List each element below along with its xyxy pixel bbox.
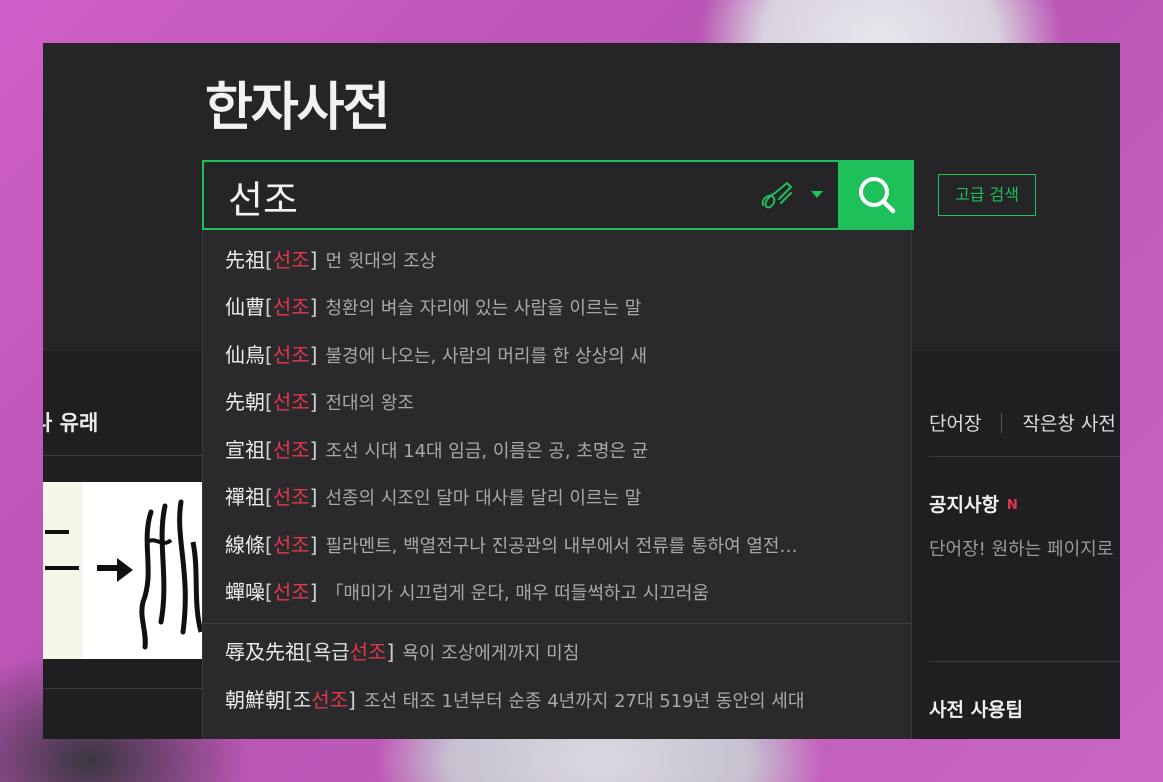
suggestion-hanja: 仙曹 — [225, 295, 265, 319]
suggestion-hanja: 先朝 — [225, 390, 265, 414]
bracket-open: [ — [305, 640, 313, 664]
suggestion-meaning: 먼 윗대의 조상 — [325, 251, 437, 272]
suggestion-meaning: 조선 태조 1년부터 순종 4년까지 27대 519년 동안의 세대 — [363, 691, 805, 712]
divider — [929, 456, 1120, 457]
suggestion-meaning: 전대의 왕조 — [325, 393, 414, 414]
site-title[interactable]: 한자사전 — [205, 65, 390, 140]
new-badge: N — [1006, 498, 1018, 513]
bracket-close: ] — [386, 640, 395, 664]
suggestion-item[interactable]: 蟬噪[선조] 「매미가 시끄럽게 운다, 매우 떠들썩하고 시끄러움 — [225, 577, 709, 607]
autocomplete-dropdown: 先祖[선조] 먼 윗대의 조상 仙曹[선조] 청환의 벼슬 자리에 있는 사람을 이… — [202, 230, 912, 739]
bracket-open: [ — [265, 295, 273, 319]
search-icon — [859, 177, 896, 214]
suggestion-item[interactable]: 宣祖[선조] 조선 시대 14대 임금, 이름은 공, 초명은 균 — [225, 435, 648, 465]
notice-title[interactable]: 공지사항 N — [929, 490, 1018, 517]
divider — [203, 623, 911, 624]
suggestion-reading: 선조 — [272, 580, 310, 604]
notice-link[interactable]: 단어장! 원하는 페이지로 — [929, 535, 1113, 561]
suggestion-reading: 선조 — [272, 295, 310, 319]
search-button[interactable] — [840, 160, 914, 230]
bracket-close: ] — [309, 580, 318, 604]
suggestion-reading: 선조 — [272, 438, 310, 462]
bracket-open: [ — [265, 533, 273, 557]
divider — [929, 661, 1120, 662]
search-input[interactable] — [226, 168, 730, 224]
bracket-close: ] — [309, 485, 318, 509]
suggestion-reading-prefix: 욕급 — [312, 640, 350, 664]
divider — [43, 455, 203, 456]
chevron-down-icon[interactable] — [811, 191, 823, 198]
suggestion-hanja: 辱及先祖 — [225, 640, 305, 664]
tab-separator — [1001, 413, 1003, 433]
bracket-open: [ — [265, 343, 273, 367]
suggestion-hanja: 線條 — [225, 533, 265, 557]
tab-mini-dictionary[interactable]: 작은창 사전 — [1022, 413, 1115, 435]
bracket-close: ] — [309, 390, 318, 414]
dictionary-window: 한자사전 고급 검색 나 유래 — [43, 43, 1120, 739]
right-tabs: 단어장 작은창 사전 — [929, 409, 1116, 436]
suggestion-hanja: 朝鮮朝 — [225, 688, 285, 712]
bracket-close: ] — [309, 533, 318, 557]
suggestion-reading: 선조 — [272, 533, 310, 557]
suggestion-item[interactable]: 先朝[선조] 전대의 왕조 — [225, 387, 414, 417]
bracket-close: ] — [348, 688, 356, 712]
left-section-heading: 나 유래 — [43, 411, 99, 435]
bracket-close: ] — [309, 343, 318, 367]
tips-title[interactable]: 사전 사용팁 — [929, 695, 1023, 722]
suggestion-meaning: 필라멘트, 백열전구나 진공관의 내부에서 전류를 통하여 열전… — [325, 536, 798, 557]
suggestion-item[interactable]: 辱及先祖[욕급선조] 욕이 조상에게까지 미침 — [225, 637, 579, 667]
suggestion-meaning: 「매미가 시끄럽게 운다, 매우 떠들썩하고 시끄러움 — [325, 583, 709, 604]
suggestion-meaning: 청환의 벼슬 자리에 있는 사람을 이르는 말 — [325, 298, 642, 319]
bracket-open: [ — [265, 580, 273, 604]
tab-wordbook[interactable]: 단어장 — [929, 413, 981, 435]
bracket-open: [ — [265, 248, 273, 272]
suggestion-reading: 선조 — [272, 248, 310, 272]
suggestion-reading: 선조 — [272, 390, 310, 414]
character-origin-image[interactable] — [43, 482, 203, 659]
suggestion-item[interactable]: 仙曹[선조] 청환의 벼슬 자리에 있는 사람을 이르는 말 — [225, 292, 641, 322]
suggestion-hanja: 宣祖 — [225, 438, 265, 462]
divider — [43, 688, 203, 689]
handwriting-input-icon[interactable] — [759, 179, 795, 213]
bracket-close: ] — [309, 248, 318, 272]
suggestion-item[interactable]: 線條[선조] 필라멘트, 백열전구나 진공관의 내부에서 전류를 통하여 열전… — [225, 530, 798, 560]
advanced-search-button[interactable]: 고급 검색 — [938, 174, 1036, 216]
suggestion-item[interactable]: 禪祖[선조] 선종의 시조인 달마 대사를 달리 이르는 말 — [225, 482, 641, 512]
notice-title-text: 공지사항 — [929, 494, 999, 516]
suggestion-item[interactable]: 仙鳥[선조] 불경에 나오는, 사람의 머리를 한 상상의 새 — [225, 340, 647, 370]
search-box[interactable] — [202, 160, 840, 230]
suggestion-hanja: 仙鳥 — [225, 343, 265, 367]
suggestion-meaning: 욕이 조상에게까지 미침 — [402, 643, 580, 664]
suggestion-meaning: 조선 시대 14대 임금, 이름은 공, 초명은 균 — [325, 441, 649, 462]
bracket-open: [ — [265, 485, 273, 509]
suggestion-reading: 선조 — [272, 485, 310, 509]
suggestion-reading: 선조 — [311, 688, 349, 712]
suggestion-item[interactable]: 先祖[선조] 먼 윗대의 조상 — [225, 245, 436, 275]
suggestion-hanja: 蟬噪 — [225, 580, 265, 604]
suggestion-reading: 선조 — [349, 640, 387, 664]
suggestion-reading: 선조 — [272, 343, 310, 367]
bracket-open: [ — [265, 390, 273, 414]
bracket-close: ] — [309, 438, 318, 462]
suggestion-hanja: 先祖 — [225, 248, 265, 272]
suggestion-meaning: 선종의 시조인 달마 대사를 달리 이르는 말 — [325, 488, 642, 509]
bracket-open: [ — [285, 688, 293, 712]
bracket-open: [ — [265, 438, 273, 462]
suggestion-hanja: 禪祖 — [225, 485, 265, 509]
suggestion-item[interactable]: 朝鮮朝[조선조] 조선 태조 1년부터 순종 4년까지 27대 519년 동안의 … — [225, 685, 804, 715]
suggestion-meaning: 불경에 나오는, 사람의 머리를 한 상상의 새 — [325, 346, 648, 367]
bracket-close: ] — [309, 295, 318, 319]
suggestion-reading-prefix: 조 — [292, 688, 312, 712]
